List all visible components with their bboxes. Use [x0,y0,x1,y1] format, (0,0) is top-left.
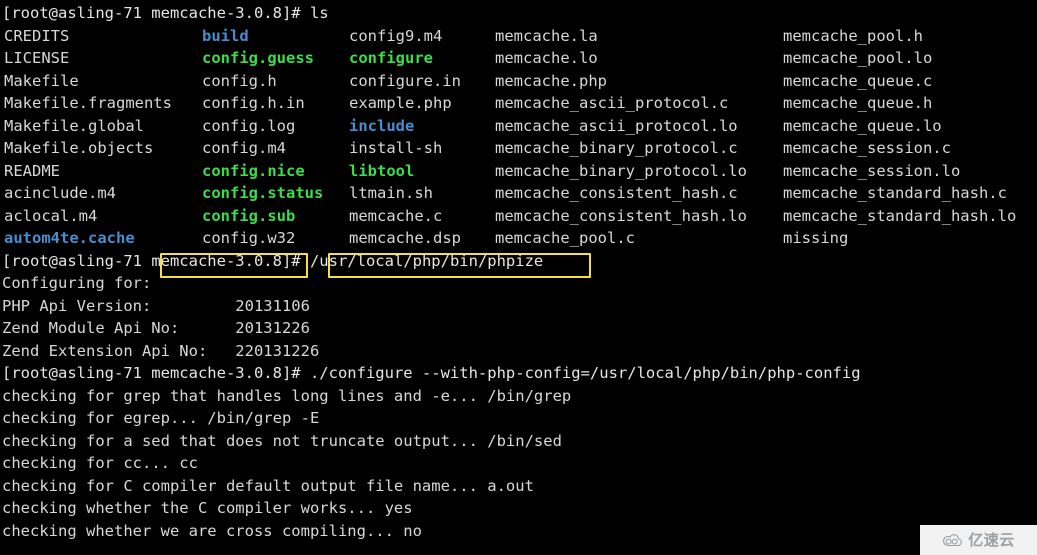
phpize-header: Configuring for: [2,274,152,292]
ls-entry: memcache_pool.c [495,229,635,247]
configure-output: checking for grep that handles long line… [2,385,1037,543]
cloud-icon [942,533,964,547]
ls-entry: memcache_standard_hash.lo [783,206,1017,225]
shell-prompt: [root@asling-71 memcache-3.0.8]# [2,4,310,22]
ls-output-row: Makefile.global config.log include memcache… [2,115,1037,138]
ls-entry: memcache_consistent_hash.lo [495,206,747,225]
ls-entry: memcache_consistent_hash.c [495,184,738,202]
ls-entry: memcache_session.lo [783,161,961,180]
ls-entry: LICENSE [4,49,70,67]
ls-entry: memcache_session.c [783,139,951,157]
ls-entry: memcache.c [349,206,443,225]
configure-output-line: checking for cc... cc [2,454,198,472]
ls-entry: config.m4 [202,139,286,157]
phpize-output: PHP Api Version: 20131106 Zend Module Api… [2,295,1037,363]
ls-entry: config.h.in [202,94,305,112]
watermark-text: 亿速云 [968,530,1015,549]
ls-entry: config.log [202,116,296,135]
prompt-line-ls: [root@asling-71 memcache-3.0.8]# ls [2,2,1037,25]
phpize-output-line: Zend Extension Api No: 220131226 [2,341,320,360]
ls-entry: memcache_queue.lo [783,116,942,135]
ls-entry: memcache_pool.lo [783,49,933,67]
ls-entry: configure.in [349,71,461,90]
shell-prompt-prefix: [root@asling-71 [2,251,152,270]
configure-output-line: checking for C compiler default output f… [2,476,534,495]
configure-output-line: checking for a sed that does not truncat… [2,431,562,450]
ls-entry: config.nice [202,161,305,180]
ls-output-row: CREDITS build config9.m4 memcache.la memcach… [2,25,1037,48]
shell-prompt: [root@asling-71 memcache-3.0.8]# [2,364,310,382]
ls-entry: config.status [202,184,324,202]
command-phpize: /usr/local/php/bin/phpize [309,251,544,270]
ls-entry: memcache_ascii_protocol.c [495,94,729,112]
prompt-line-phpize: [root@asling-71 memcache-3.0.8]# /usr/lo… [2,250,1037,273]
ls-output-row: aclocal.m4 config.sub memcache.c memcache_c… [2,205,1037,228]
ls-entry: include [349,116,415,135]
ls-entry: memcache_pool.h [783,26,923,45]
ls-entry: CREDITS [4,26,70,45]
ls-entry: Makefile.fragments [4,94,172,112]
ls-entry: memcache_binary_protocol.lo [495,161,747,180]
shell-prompt-tail: ]# [281,251,310,270]
ls-output-row: Makefile.objects config.m4 install-sh memca… [2,137,1037,160]
ls-entry: memcache.php [495,71,607,90]
ls-entry: Makefile.objects [4,139,154,157]
ls-entry: memcache_standard_hash.c [783,184,1007,202]
ls-output-row: LICENSE config.guess configure memcache.lo m… [2,47,1037,70]
ls-entry: Makefile [4,71,79,90]
watermark: 亿速云 [920,525,1037,555]
ls-entry: README [4,161,60,180]
ls-output-row: README config.nice libtool memcache_binary_… [2,160,1037,183]
ls-entry: memcache_queue.h [783,94,933,112]
ls-output-row: autom4te.cache config.w32 memcache.dsp memc… [2,227,1037,250]
configure-output-line: checking whether the C compiler works...… [2,499,413,517]
ls-entry: configure [349,49,433,67]
ls-output-row: Makefile config.h configure.in memcache.php… [2,70,1037,93]
command-ls: ls [309,4,329,22]
ls-entry: memcache.dsp [349,229,461,247]
ls-output-grid: CREDITS build config9.m4 memcache.la memcach… [2,25,1037,250]
prompt-line-configure: [root@asling-71 memcache-3.0.8]# ./confi… [2,362,1037,385]
ls-entry: Makefile.global [4,116,144,135]
ls-entry: libtool [349,161,415,180]
ls-entry: config.w32 [202,229,296,247]
ls-entry: config9.m4 [349,26,443,45]
configure-output-line: checking for egrep... /bin/grep -E [2,409,320,427]
ls-entry: autom4te.cache [4,229,135,247]
ls-entry: config.h [202,71,277,90]
ls-entry: acinclude.m4 [4,184,116,202]
ls-entry: config.sub [202,206,296,225]
command-configure: ./configure --with-php-config=/usr/local… [309,364,861,382]
configure-output-line: checking for grep that handles long line… [2,386,572,405]
ls-output-row: acinclude.m4 config.status ltmain.sh memcac… [2,182,1037,205]
ls-output-row: Makefile.fragments config.h.in example.php… [2,92,1037,115]
phpize-output-line: PHP Api Version: 20131106 [2,296,310,315]
terminal-window[interactable]: [root@asling-71 memcache-3.0.8]# ls CRED… [0,0,1037,555]
ls-entry: memcache.la [495,26,598,45]
ls-entry: example.php [349,94,452,112]
configure-output-line: checking whether we are cross compiling.… [2,521,422,540]
ls-entry: ltmain.sh [349,184,433,202]
ls-entry: memcache_ascii_protocol.lo [495,116,738,135]
ls-entry: config.guess [202,49,314,67]
ls-entry: missing [783,229,849,247]
ls-entry: memcache_binary_protocol.c [495,139,738,157]
ls-entry: install-sh [349,139,443,157]
terminal-screen: [root@asling-71 memcache-3.0.8]# ls CRED… [0,0,1037,542]
ls-entry: aclocal.m4 [4,206,98,225]
phpize-output-line: Zend Module Api No: 20131226 [2,319,310,337]
shell-prompt-dir: memcache-3.0.8 [151,251,282,270]
ls-entry: memcache.lo [495,49,598,67]
ls-entry: build [202,26,249,45]
ls-entry: memcache_queue.c [783,71,933,90]
